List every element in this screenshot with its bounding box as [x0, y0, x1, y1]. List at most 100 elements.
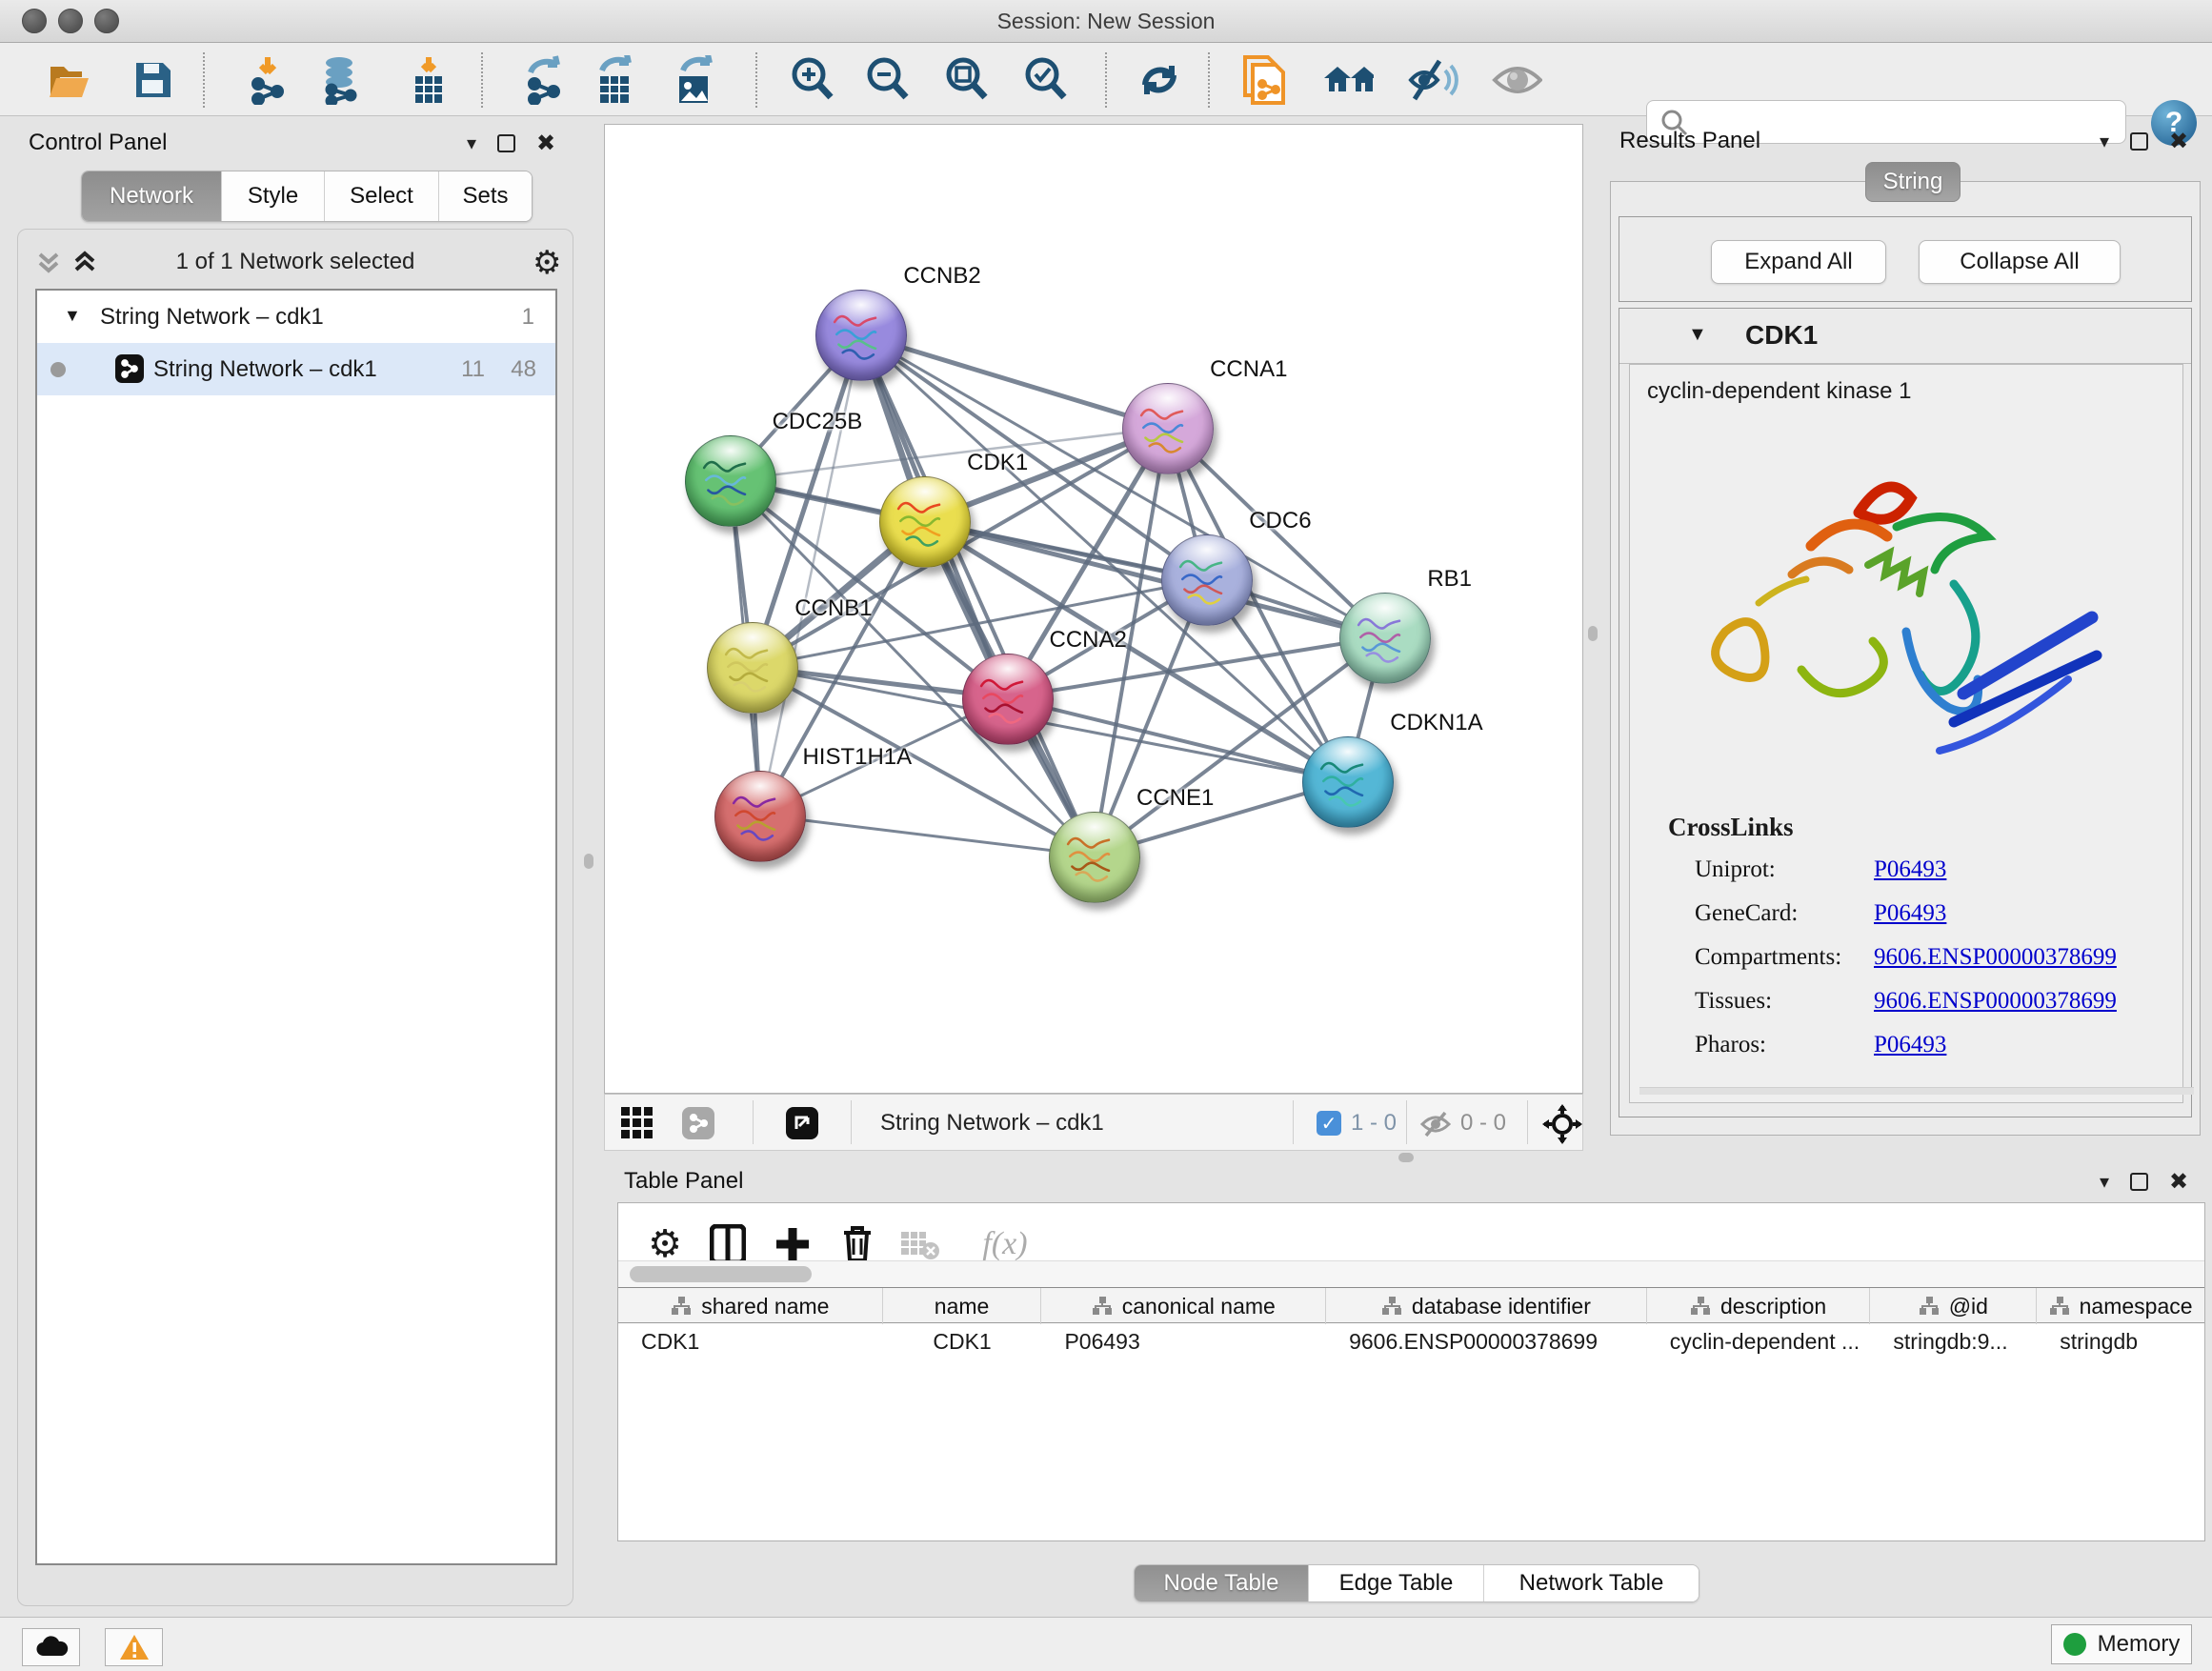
network-options-gear-icon[interactable]: ⚙	[533, 247, 561, 279]
save-session-icon[interactable]	[128, 54, 179, 106]
selected-nodes-checkbox[interactable]: ✓	[1317, 1111, 1341, 1136]
column-header[interactable]: namespace	[2037, 1288, 2204, 1324]
hide-string-images-icon[interactable]	[1407, 54, 1458, 106]
network-node-ccna2[interactable]	[962, 654, 1054, 745]
column-header[interactable]: @id	[1870, 1288, 2037, 1324]
memory-button[interactable]: Memory	[2051, 1624, 2192, 1664]
collapse-panel-icon[interactable]: ▾	[2100, 131, 2109, 151]
tab-select[interactable]: Select	[325, 171, 439, 221]
network-row[interactable]: String Network – cdk1 11 48	[37, 343, 555, 395]
column-header[interactable]: database identifier	[1326, 1288, 1647, 1324]
collapse-panel-icon[interactable]: ▾	[2100, 1172, 2109, 1191]
birdseye-grid-icon[interactable]	[621, 1107, 654, 1144]
zoom-in-icon[interactable]	[787, 54, 838, 106]
network-edge[interactable]	[861, 334, 1094, 856]
float-panel-icon[interactable]	[2130, 1173, 2148, 1191]
string-home-icon[interactable]	[1322, 54, 1374, 106]
apply-layout-icon[interactable]	[1134, 54, 1185, 106]
network-list: ▼ String Network – cdk1 1 String Network…	[35, 289, 557, 1565]
network-node-ccna1[interactable]	[1122, 383, 1214, 474]
export-network-icon[interactable]	[518, 54, 570, 106]
tab-edge-table[interactable]: Edge Table	[1309, 1565, 1484, 1601]
network-edge[interactable]	[861, 334, 1167, 428]
network-node-label: CCNE1	[1136, 785, 1214, 812]
open-in-window-icon[interactable]	[786, 1107, 818, 1139]
crosslink-link[interactable]: P06493	[1874, 1032, 1946, 1058]
warnings-button[interactable]	[105, 1628, 163, 1666]
network-node-cdk1[interactable]	[879, 476, 971, 568]
crosslink-label: GeneCard:	[1695, 900, 1798, 927]
network-view-canvas[interactable]: CCNB2CCNA1CDC25BCDK1CDC6RB1CCNB1CCNA2CDK…	[604, 124, 1583, 1094]
network-collection-row[interactable]: ▼ String Network – cdk1 1	[37, 291, 555, 343]
import-table-file-icon[interactable]	[403, 54, 454, 106]
protein-structure-thumbnail	[1063, 830, 1126, 887]
network-node-ccne1[interactable]	[1049, 812, 1140, 903]
cloud-button[interactable]	[22, 1628, 80, 1666]
hidden-items-eye-icon[interactable]	[1419, 1111, 1452, 1137]
results-hscrollbar[interactable]	[1639, 1087, 2194, 1095]
import-network-file-icon[interactable]	[242, 54, 293, 106]
bottom-splitter-handle[interactable]	[1398, 1153, 1414, 1162]
crosslink-link[interactable]: 9606.ENSP00000378699	[1874, 944, 2117, 971]
import-network-database-icon[interactable]	[313, 54, 365, 106]
right-splitter-handle[interactable]	[1588, 626, 1598, 641]
float-panel-icon[interactable]	[2130, 132, 2148, 151]
tab-network-table[interactable]: Network Table	[1484, 1565, 1699, 1601]
table-hscrollbar[interactable]	[618, 1260, 2204, 1287]
network-edge[interactable]	[760, 334, 861, 815]
network-node-cdc25b[interactable]	[685, 435, 776, 527]
network-node-ccnb1[interactable]	[707, 622, 798, 714]
tab-node-table[interactable]: Node Table	[1135, 1565, 1309, 1601]
network-node-rb1[interactable]	[1339, 593, 1431, 684]
network-edge[interactable]	[760, 815, 1094, 856]
section-expander-icon[interactable]: ▼	[1688, 324, 1707, 346]
tab-style[interactable]: Style	[222, 171, 325, 221]
crosslink-link[interactable]: 9606.ENSP00000378699	[1874, 988, 2117, 1015]
table-row[interactable]: CDK1 CDK1 P06493 9606.ENSP00000378699 cy…	[618, 1323, 2204, 1359]
zoom-selected-icon[interactable]	[1020, 54, 1072, 106]
column-header[interactable]: canonical name	[1041, 1288, 1326, 1324]
network-node-cdkn1a[interactable]	[1302, 736, 1394, 828]
tab-network[interactable]: Network	[82, 171, 222, 221]
collapse-all-button[interactable]: Collapse All	[1919, 240, 2121, 284]
protein-section-header[interactable]: ▼ CDK1	[1619, 309, 2191, 364]
close-panel-icon[interactable]: ✖	[2169, 130, 2188, 152]
protein-structure-thumbnail	[1176, 553, 1238, 610]
network-node-ccnb2[interactable]	[815, 290, 907, 381]
expand-all-button[interactable]: Expand All	[1711, 240, 1886, 284]
protein-structure-thumbnail	[830, 308, 893, 365]
tab-string[interactable]: String	[1865, 162, 1961, 202]
crosslink-link[interactable]: P06493	[1874, 856, 1946, 883]
export-table-icon[interactable]	[590, 54, 641, 106]
tab-sets[interactable]: Sets	[439, 171, 532, 221]
network-node-label: CCNB2	[903, 263, 980, 290]
zoom-fit-icon[interactable]	[941, 54, 993, 106]
column-header[interactable]: shared name	[618, 1288, 883, 1324]
enhanced-graphics-eye-icon[interactable]	[1491, 54, 1542, 106]
zoom-out-icon[interactable]	[862, 54, 914, 106]
network-node-label: HIST1H1A	[802, 744, 912, 771]
left-splitter-handle[interactable]	[584, 854, 593, 869]
protein-structure-thumbnail	[1136, 401, 1199, 458]
open-session-icon[interactable]	[44, 54, 95, 106]
table-panel: Table Panel ▾ ✖ ⚙ f(x) shared name name …	[604, 1164, 2212, 1612]
column-type-icon	[671, 1296, 692, 1317]
network-node-cdc6[interactable]	[1161, 534, 1253, 626]
table-hscrollbar-thumb[interactable]	[630, 1266, 812, 1282]
column-type-icon	[2049, 1296, 2070, 1317]
crosslink-link[interactable]: P06493	[1874, 900, 1946, 927]
float-panel-icon[interactable]	[497, 134, 515, 152]
crosslink-label: Uniprot:	[1695, 856, 1776, 883]
collapse-panel-icon[interactable]: ▾	[467, 133, 476, 152]
close-panel-icon[interactable]: ✖	[536, 131, 555, 154]
fit-selected-crosshair-icon[interactable]	[1542, 1104, 1582, 1144]
export-image-icon[interactable]	[669, 54, 720, 106]
network-node-hist1h1a[interactable]	[714, 771, 806, 862]
collection-expander-icon[interactable]: ▼	[64, 306, 81, 326]
network-share-icon[interactable]	[682, 1107, 714, 1139]
column-header[interactable]: description	[1647, 1288, 1871, 1324]
share-network-document-icon[interactable]	[1238, 54, 1290, 106]
column-header[interactable]: name	[883, 1288, 1042, 1324]
control-panel-title: Control Panel	[29, 130, 167, 156]
close-panel-icon[interactable]: ✖	[2169, 1170, 2188, 1193]
